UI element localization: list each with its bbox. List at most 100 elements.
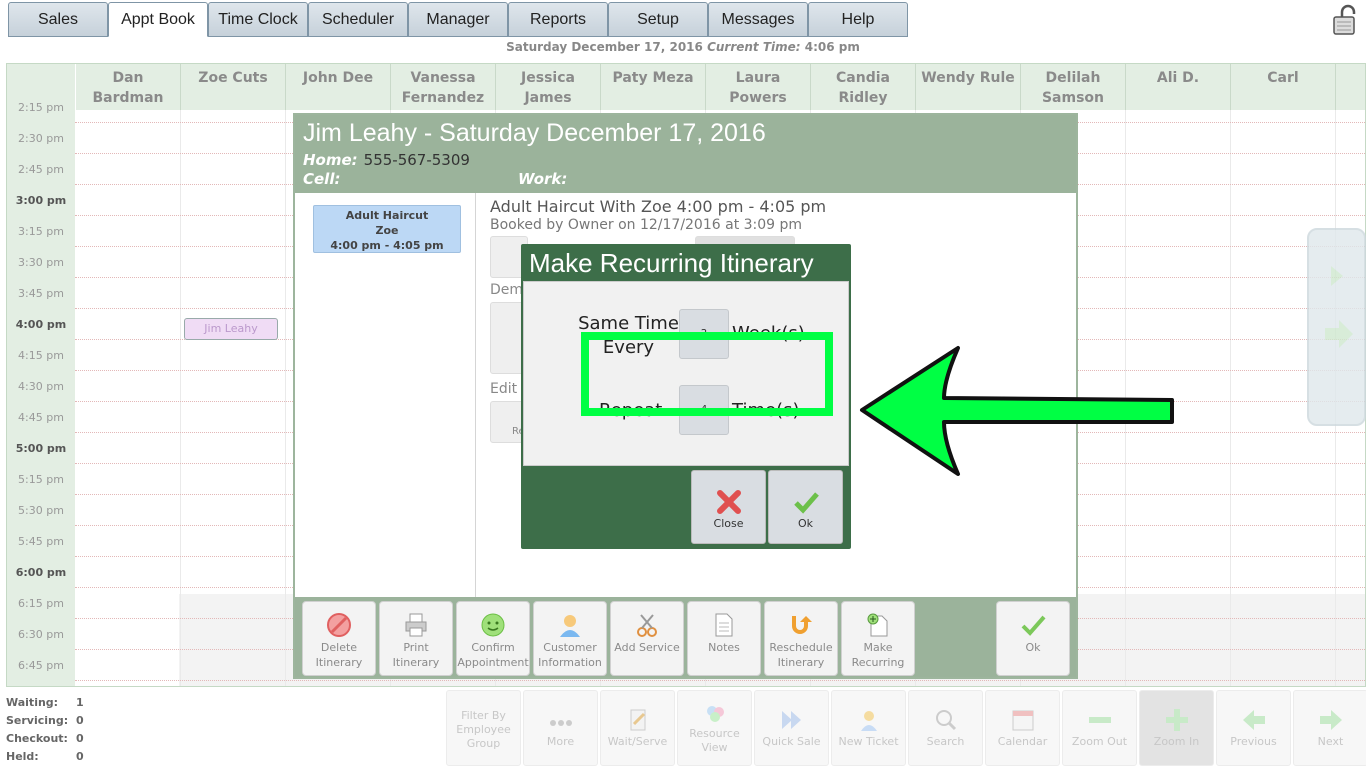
time-slot-label: 4:45 pm [18,411,64,424]
make-recurring-button[interactable]: Make Recurring [841,601,915,676]
button-label: Quick Sale [762,735,821,748]
wait-serve-button[interactable]: Wait/Serve [600,690,675,766]
lock-icon[interactable] [1330,4,1362,36]
checkmark-icon [1021,615,1046,636]
wait-serve-icon [630,709,645,731]
customer-information-button[interactable]: Customer Information [533,601,607,676]
ok-button[interactable]: Ok [768,470,843,544]
tab-sales[interactable]: Sales [8,2,108,37]
service-box[interactable]: Adult Haircut Zoe 4:00 pm - 4:05 pm [313,205,461,253]
confirm-appointment-button[interactable]: Confirm Appointment [456,601,530,676]
tab-reports[interactable]: Reports [508,2,608,37]
reschedule-icon [792,616,812,634]
booked-info: Booked by Owner on 12/17/2016 at 3:09 pm [490,217,803,233]
resource-view-button[interactable]: Resource View [677,690,752,766]
time-slot-label: 2:15 pm [18,101,64,114]
work-label: Work: [518,170,568,188]
button-label: Resource [689,727,740,740]
new-ticket-button[interactable]: New Ticket [831,690,906,766]
tab-manager[interactable]: Manager [408,2,508,37]
time-slot-label: 2:30 pm [18,132,64,145]
button-label: Itinerary [392,656,440,669]
button-label: Recurring [851,656,905,669]
checkout-count: 0 [76,732,84,745]
resource-icon [706,706,724,722]
filter-by-employee-group-button[interactable]: Filter By Employee Group [446,690,521,766]
button-label: Delete [320,641,358,654]
close-button[interactable]: Close [691,470,766,544]
tab-appt-book[interactable]: Appt Book [108,2,208,37]
calendar-button[interactable]: Calendar [985,690,1060,766]
employee-column-header[interactable]: Carl [1231,64,1336,110]
cell-label: Cell: [303,170,341,188]
button-label: Make [863,641,893,654]
employee-column-header[interactable]: Ed [1336,64,1365,110]
employee-column-header[interactable]: Candia Ridley [811,64,916,110]
reschedule-itinerary-button[interactable]: Reschedule Itinerary [764,601,838,676]
button-label: Search [926,735,965,748]
side-nav-panel[interactable] [1307,228,1366,426]
itinerary-services-list: Adult Haircut Zoe 4:00 pm - 4:05 pm [295,193,476,597]
highlight-box [581,332,833,416]
next-button[interactable]: Next [1293,690,1366,766]
button-label: Itinerary [777,656,825,669]
button-label: Calendar [997,735,1048,748]
tab-scheduler[interactable]: Scheduler [308,2,408,37]
time-slot-label: 4:15 pm [18,349,64,362]
time-slot-label: 3:45 pm [18,287,64,300]
home-label: Home: [303,151,358,169]
current-time: 4:06 pm [804,40,860,54]
time-slot-label: 3:30 pm [18,256,64,269]
employee-column-header[interactable]: Dan Bardman [76,64,181,110]
itinerary-ok-button[interactable]: Ok [996,601,1070,676]
add-service-button[interactable]: Add Service [610,601,684,676]
previous-button[interactable]: Previous [1216,690,1291,766]
time-column [7,64,75,686]
tab-messages[interactable]: Messages [708,2,808,37]
quick-sale-button[interactable]: Quick Sale [754,690,829,766]
smiley-icon [481,613,505,637]
time-slot-label: 3:00 pm [15,194,67,207]
itinerary-toolbar: Delete Itinerary Print Itinerary Confirm Ap… [295,597,1076,677]
column-divider [180,110,181,686]
printer-icon [405,613,427,637]
time-slot-label: 4:30 pm [18,380,64,393]
make-recurring-dialog: Make Recurring Itinerary Same Time Every… [521,244,851,549]
left-arrow-icon [1242,710,1265,730]
employee-column-header[interactable]: Paty Meza [601,64,706,110]
appointment-block[interactable]: Jim Leahy [184,318,278,340]
employee-column-header[interactable]: Delilah Samson [1021,64,1126,110]
current-date: Saturday December 17, 2016 [506,40,703,54]
zoom-out-button[interactable]: Zoom Out [1062,690,1137,766]
ok-label: Ok [797,517,814,530]
tab-setup[interactable]: Setup [608,2,708,37]
time-slot-label: 5:30 pm [18,504,64,517]
scissors-icon [637,614,657,637]
search-button[interactable]: Search [908,690,983,766]
notes-button[interactable]: Notes [687,601,761,676]
employee-column-header[interactable]: Laura Powers [706,64,811,110]
queue-status: Waiting: 1 Servicing: 0 Checkout: 0 Held: 0 [6,694,106,766]
employee-column-header[interactable]: Ali D. [1126,64,1231,110]
more-button[interactable]: More [523,690,598,766]
employee-column-header[interactable]: Vanessa Fernandez [391,64,496,110]
tab-help[interactable]: Help [808,2,908,37]
home-phone-row: Home: 555-567-5309 [303,151,470,169]
button-label: Wait/Serve [607,735,668,748]
employee-column-header[interactable]: Wendy Rule [916,64,1021,110]
button-label: Itinerary [315,656,363,669]
employee-column-header[interactable]: Jessica James [496,64,601,110]
employee-column-header[interactable]: John Dee [286,64,391,110]
time-slot-label: 5:45 pm [18,535,64,548]
button-label: Group [466,737,501,750]
button-label: Ok [1025,641,1041,654]
search-icon [935,710,956,731]
delete-itinerary-button[interactable]: Delete Itinerary [302,601,376,676]
delete-icon [327,613,351,637]
employee-column-header[interactable]: Zoe Cuts [181,64,286,110]
tab-time-clock[interactable]: Time Clock [208,2,308,37]
button-label: Notes [708,641,740,654]
time-slot-label: 6:45 pm [18,659,64,672]
zoom-in-button[interactable]: Zoom In [1139,690,1214,766]
print-itinerary-button[interactable]: Print Itinerary [379,601,453,676]
